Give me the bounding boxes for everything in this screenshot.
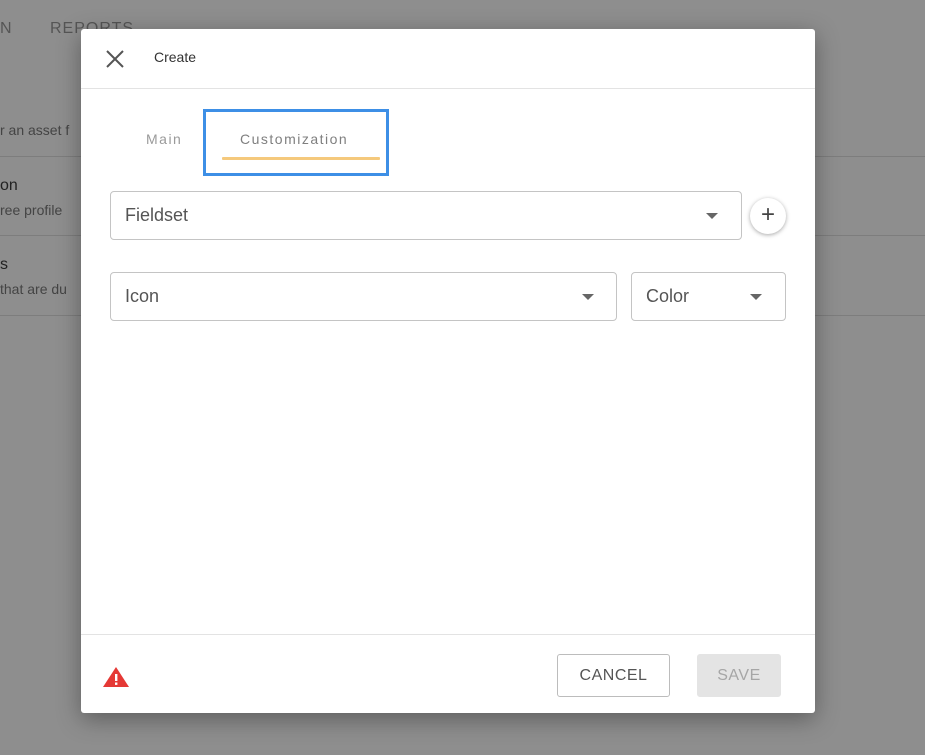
plus-icon: +	[760, 201, 775, 228]
color-select[interactable]: Color	[631, 272, 786, 321]
warning-icon	[103, 667, 129, 687]
color-select-value: Color	[646, 286, 690, 306]
fieldset-select[interactable]: Fieldset	[110, 191, 742, 240]
dialog-header: Create	[81, 29, 815, 89]
create-dialog: Create Main Customization Fieldset + Ico…	[81, 29, 815, 713]
close-button[interactable]	[101, 47, 129, 71]
list-item-title: s	[0, 256, 8, 273]
dialog-title: Create	[154, 49, 197, 65]
background-subtitle: r an asset f	[0, 122, 70, 138]
list-item-title: on	[0, 177, 18, 194]
dropdown-arrow-icon	[750, 294, 762, 300]
save-button[interactable]: SAVE	[697, 654, 781, 697]
tab-main[interactable]: Main	[146, 131, 182, 147]
dialog-footer: CANCEL SAVE	[81, 634, 815, 713]
close-icon	[106, 50, 124, 68]
fieldset-select-value: Fieldset	[125, 205, 189, 225]
list-item-subtitle: ree profile	[0, 202, 63, 218]
icon-select[interactable]: Icon	[110, 272, 617, 321]
icon-select-value: Icon	[125, 286, 160, 306]
cancel-button[interactable]: CANCEL	[557, 654, 670, 697]
add-fieldset-button[interactable]: +	[750, 198, 786, 234]
dropdown-arrow-icon	[582, 294, 594, 300]
list-item-subtitle: that are du	[0, 281, 67, 297]
nav-item-partial[interactable]: N	[0, 20, 13, 38]
tab-highlight-box	[203, 109, 389, 176]
dropdown-arrow-icon	[706, 213, 718, 219]
